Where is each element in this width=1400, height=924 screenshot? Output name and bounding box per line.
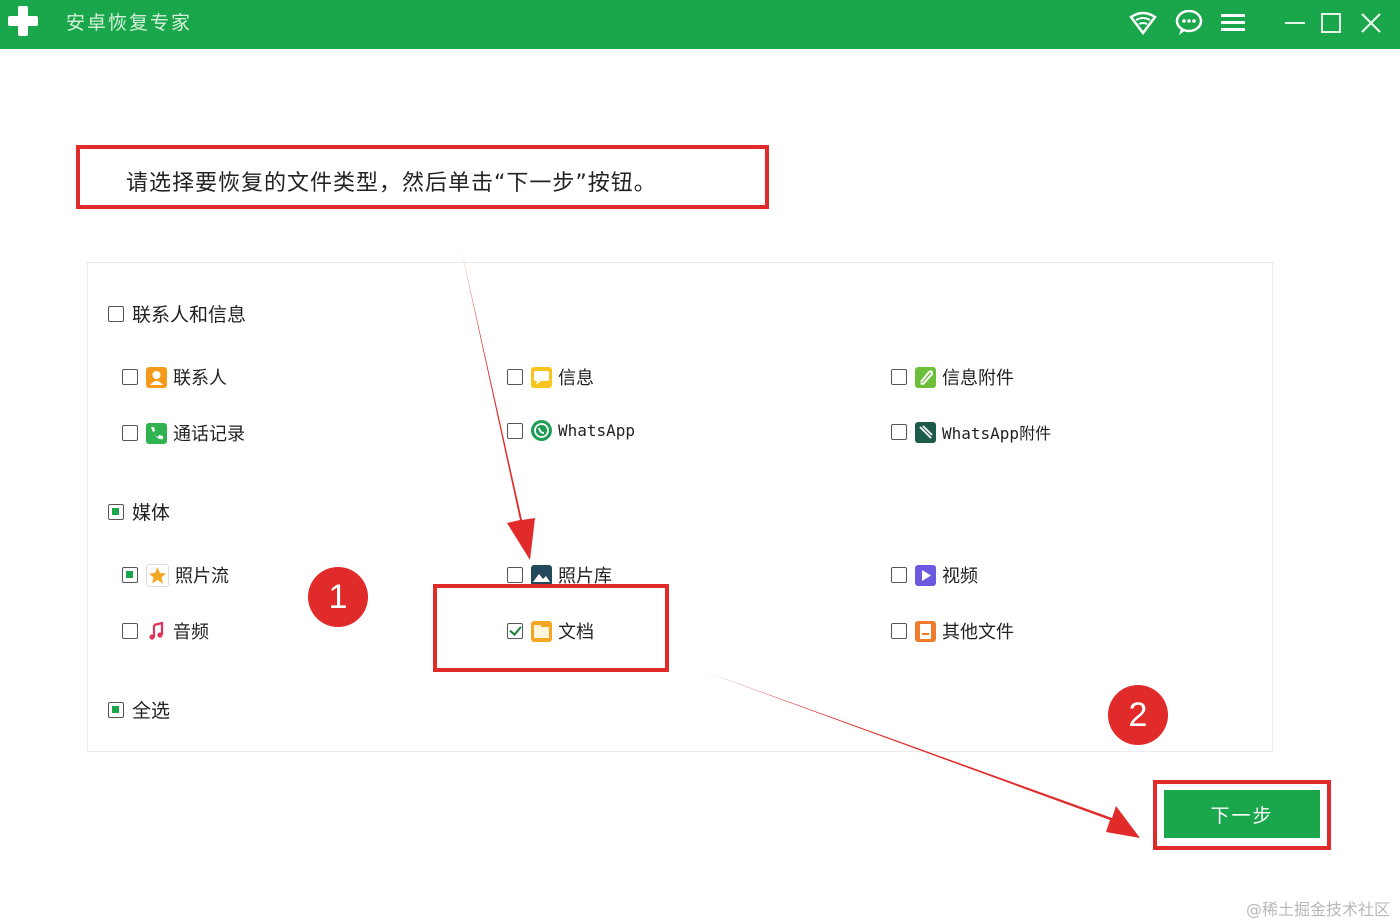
message-icon [531,366,552,388]
video-icon [915,564,936,586]
item-label: WhatsApp附件 [942,424,1052,443]
item-label: WhatsApp [558,421,636,440]
item-label: 信息 [558,368,594,389]
group-label: 联系人和信息 [132,304,247,326]
item-whatsapp-attachments[interactable]: WhatsApp附件 [891,420,1051,444]
checkbox[interactable] [108,701,124,718]
phone-icon [146,422,167,444]
checkbox[interactable] [891,623,907,639]
item-label: 视频 [942,566,978,587]
group-label: 媒体 [132,502,171,524]
item-label: 通话记录 [173,424,245,445]
item-label: 音频 [173,622,209,643]
instruction-box: 请选择要恢复的文件类型，然后单击“下一步”按钮。 [76,145,769,209]
highlight-documents-box [433,584,669,672]
maximize-icon[interactable] [1316,8,1346,38]
item-message-attachments[interactable]: 信息附件 [891,364,1014,390]
file-type-panel [87,262,1273,752]
star-icon [146,563,169,587]
checkbox[interactable] [891,369,907,385]
item-messages[interactable]: 信息 [507,364,594,390]
item-audio[interactable]: 音频 [122,618,209,644]
select-all-label: 全选 [132,700,171,722]
whatsapp-icon [531,420,552,441]
checkbox[interactable] [891,424,907,440]
whatsapp-attachment-icon [915,421,936,443]
checkbox[interactable] [122,369,138,385]
next-button[interactable]: 下一步 [1164,790,1320,838]
file-icon [915,620,936,642]
item-call-logs[interactable]: 通话记录 [122,420,245,446]
contact-icon [146,366,167,388]
item-contacts[interactable]: 联系人 [122,364,227,390]
item-label: 信息附件 [942,368,1014,389]
minimize-icon[interactable] [1280,8,1310,38]
item-whatsapp[interactable]: WhatsApp [507,420,635,441]
item-other-files[interactable]: 其他文件 [891,618,1014,644]
attachment-icon [915,366,936,388]
step-1-badge: 1 [308,567,368,627]
item-label: 其他文件 [942,622,1014,643]
checkbox[interactable] [507,422,523,439]
chat-icon[interactable] [1174,8,1204,38]
step-2-badge: 2 [1108,685,1168,745]
title-bar: 安卓恢复专家 [0,0,1400,49]
checkbox[interactable] [122,567,138,583]
checkbox[interactable] [507,369,523,385]
image-icon [531,564,552,586]
item-videos[interactable]: 视频 [891,562,978,588]
group-media[interactable]: 媒体 [108,498,170,525]
checkbox[interactable] [122,623,138,639]
checkbox[interactable] [108,305,124,322]
close-icon[interactable] [1356,8,1386,38]
wifi-icon[interactable] [1128,8,1158,38]
instruction-text: 请选择要恢复的文件类型，然后单击“下一步”按钮。 [126,171,657,196]
select-all[interactable]: 全选 [108,696,170,723]
group-contacts-messages[interactable]: 联系人和信息 [108,300,246,327]
watermark: @稀土掘金技术社区 [1245,900,1390,919]
checkbox[interactable] [108,503,124,520]
music-icon [146,620,167,642]
app-logo-icon [6,4,40,38]
checkbox[interactable] [891,567,907,583]
item-label: 照片流 [175,566,229,587]
app-title: 安卓恢复专家 [66,12,193,34]
menu-icon[interactable] [1218,8,1248,38]
item-photo-stream[interactable]: 照片流 [122,562,229,588]
checkbox[interactable] [122,425,138,441]
item-label: 联系人 [173,368,227,389]
checkbox[interactable] [507,567,523,583]
